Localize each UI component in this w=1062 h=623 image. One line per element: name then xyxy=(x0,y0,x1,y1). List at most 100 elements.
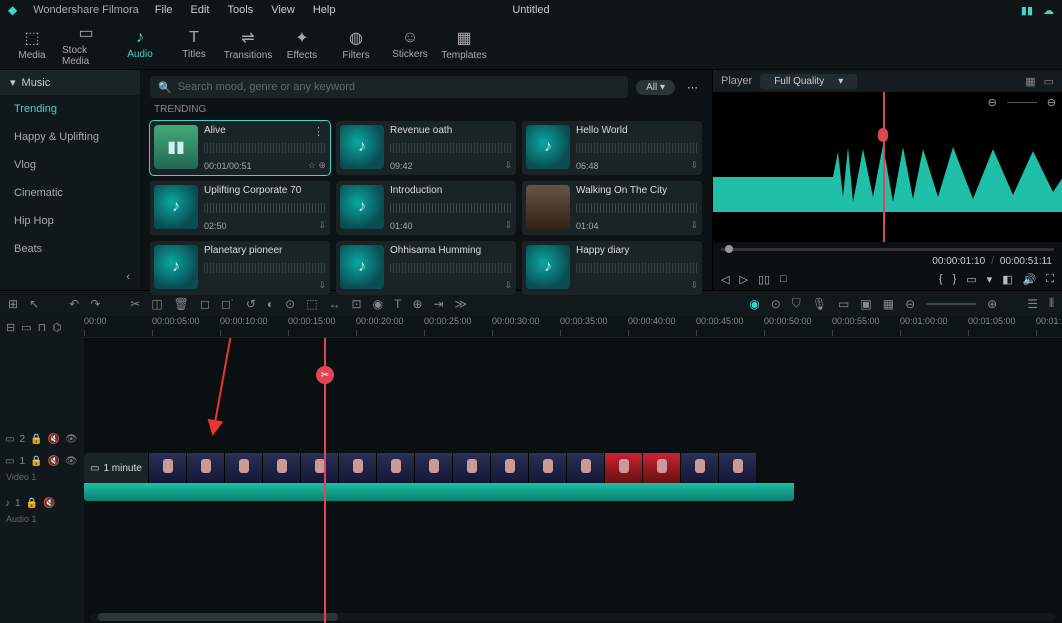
color-icon[interactable]: ◉ xyxy=(373,297,383,311)
tool-transitions[interactable]: ⇌Transitions xyxy=(224,28,272,61)
gift-icon[interactable]: ▮▮ xyxy=(1021,4,1033,17)
visibility-icon[interactable]: 👁 xyxy=(65,434,78,445)
lock-icon[interactable]: 🔒 xyxy=(30,434,42,445)
favorite-icon[interactable]: ☆ xyxy=(308,160,316,170)
search-input[interactable]: 🔍 Search mood, genre or any keyword xyxy=(150,76,628,98)
filter-dropdown[interactable]: All ▾ xyxy=(636,80,675,95)
timeline-tracks[interactable]: ✂ ▭1 minute xyxy=(84,338,1062,623)
download-icon[interactable]: ⇩ xyxy=(504,280,512,291)
tl-icon[interactable]: ⊙ xyxy=(771,297,781,311)
menu-edit[interactable]: Edit xyxy=(191,4,210,16)
pause-button[interactable]: ▯▯ xyxy=(758,273,770,286)
tl-icon[interactable]: ⇥ xyxy=(434,297,444,311)
tl-icon[interactable]: ↔ xyxy=(329,297,341,311)
tl-pointer-icon[interactable]: ↖ xyxy=(29,297,39,311)
volume-icon[interactable]: 🔊 xyxy=(1023,273,1037,286)
preview-viewport[interactable]: ⊖ ⊖ xyxy=(713,92,1062,242)
bracket-close-icon[interactable]: } xyxy=(953,273,957,285)
fullscreen-icon[interactable]: ⛶ xyxy=(1046,273,1054,286)
zoom-in-icon[interactable]: ⊖ xyxy=(1047,96,1056,109)
tool-effects[interactable]: ✦Effects xyxy=(278,28,326,61)
horizontal-scrollbar[interactable] xyxy=(90,613,1056,621)
download-icon[interactable]: ⇩ xyxy=(504,160,512,171)
download-icon[interactable]: ⇩ xyxy=(690,280,698,291)
track-card-alive[interactable]: ▮▮ Alive 00:01/00:51☆ ⊕ ⋮ xyxy=(150,121,330,175)
menu-tools[interactable]: Tools xyxy=(228,4,254,16)
play-button[interactable]: ▷ xyxy=(739,273,747,286)
sidebar-item-hiphop[interactable]: Hip Hop xyxy=(0,207,140,235)
tl-tool-icon[interactable]: ⊞ xyxy=(8,297,18,311)
shield-icon[interactable]: ⛉ xyxy=(792,296,801,311)
track-card[interactable]: Walking On The City01:04⇩ xyxy=(522,181,702,235)
download-icon[interactable]: ⇩ xyxy=(690,160,698,171)
menu-help[interactable]: Help xyxy=(313,4,336,16)
scrub-bar[interactable] xyxy=(721,248,1054,251)
compare-icon[interactable]: ◧ xyxy=(1002,273,1012,286)
tl-icon[interactable]: ◻˙ xyxy=(221,297,235,311)
download-icon[interactable]: ⊕ xyxy=(318,160,326,170)
sidebar-collapse-button[interactable]: ‹ xyxy=(0,263,140,291)
tl-icon[interactable]: ◐ xyxy=(267,297,274,311)
sidebar-item-cinematic[interactable]: Cinematic xyxy=(0,179,140,207)
tool-stickers[interactable]: ☺Stickers xyxy=(386,29,434,60)
sidebar-heading[interactable]: ▾Music xyxy=(0,70,140,95)
track-card[interactable]: ♪ Ohhisama Humming⇩ xyxy=(336,241,516,295)
zoom-slider[interactable] xyxy=(1007,102,1037,103)
tl-icon[interactable]: ▭ xyxy=(21,321,31,334)
mixer-icon[interactable]: ⫴ xyxy=(1049,296,1054,311)
visibility-icon[interactable]: 👁 xyxy=(65,456,78,467)
list-icon[interactable]: ☰ xyxy=(1027,297,1038,311)
tool-stock-media[interactable]: ▭Stock Media xyxy=(62,23,110,67)
video-clip[interactable]: ▭1 minute xyxy=(84,453,756,483)
audio-clip[interactable] xyxy=(84,483,794,501)
sidebar-item-vlog[interactable]: Vlog xyxy=(0,151,140,179)
tl-icon[interactable]: ▦ xyxy=(883,297,894,311)
lock-icon[interactable]: 🔒 xyxy=(30,456,42,467)
download-icon[interactable]: ⇩ xyxy=(318,280,326,291)
magnet-icon[interactable]: ⌬ xyxy=(52,321,62,334)
tl-icon[interactable]: ▣ xyxy=(860,297,871,311)
bracket-open-icon[interactable]: { xyxy=(939,273,943,285)
download-icon[interactable]: ⇩ xyxy=(690,220,698,231)
snapshot-icon[interactable]: ▭ xyxy=(966,273,976,286)
track-card[interactable]: ♪ Planetary pioneer⇩ xyxy=(150,241,330,295)
tl-icon[interactable]: ⬚ xyxy=(306,297,317,311)
tl-icon[interactable]: ≫ xyxy=(455,297,468,311)
prev-frame-button[interactable]: ◁ xyxy=(721,273,729,286)
tool-audio[interactable]: ♪Audio xyxy=(116,29,164,60)
tl-icon[interactable]: ⊟ xyxy=(6,321,15,334)
download-icon[interactable]: ⇩ xyxy=(504,220,512,231)
menu-file[interactable]: File xyxy=(155,4,173,16)
redo-icon[interactable]: ↷ xyxy=(90,297,100,311)
tool-templates[interactable]: ▦Templates xyxy=(440,28,488,61)
tl-icon[interactable]: ⊕ xyxy=(412,297,422,311)
download-icon[interactable]: ⇩ xyxy=(318,220,326,231)
sidebar-item-beats[interactable]: Beats xyxy=(0,235,140,263)
tl-icon[interactable]: ⊡ xyxy=(352,297,362,311)
tl-icon[interactable]: ⊓ xyxy=(38,321,47,334)
cut-icon[interactable]: ✂ xyxy=(130,297,140,311)
tl-icon[interactable]: ▭ xyxy=(838,297,849,311)
marker-icon[interactable]: ▾ xyxy=(987,273,993,286)
layout-icon[interactable]: ▭ xyxy=(1044,75,1054,88)
preview-playhead-handle[interactable] xyxy=(878,128,888,142)
zoom-out-icon[interactable]: ⊖ xyxy=(988,96,997,109)
zoom-out-icon[interactable]: ⊖ xyxy=(905,297,915,311)
grid-view-icon[interactable]: ▦ xyxy=(1025,75,1035,88)
scrollbar-thumb[interactable] xyxy=(98,613,338,621)
playhead-handle[interactable]: ✂ xyxy=(316,366,334,384)
quality-dropdown[interactable]: Full Quality▾ xyxy=(760,74,857,89)
mute-icon[interactable]: 🔇 xyxy=(43,498,55,509)
tool-titles[interactable]: TTitles xyxy=(170,29,218,60)
mute-icon[interactable]: 🔇 xyxy=(47,456,59,467)
zoom-slider[interactable] xyxy=(926,303,976,305)
trash-icon[interactable]: 🗑 xyxy=(174,297,189,311)
tool-filters[interactable]: ◍Filters xyxy=(332,28,380,61)
sidebar-item-trending[interactable]: Trending xyxy=(0,95,140,123)
crop-icon[interactable]: ◫ xyxy=(151,297,162,311)
preview-playhead[interactable] xyxy=(883,92,885,242)
track-card[interactable]: ♪ Hello World06:48⇩ xyxy=(522,121,702,175)
menu-view[interactable]: View xyxy=(271,4,295,16)
tool-media[interactable]: ⬚Media xyxy=(8,28,56,61)
track-card[interactable]: ♪ Introduction01:40⇩ xyxy=(336,181,516,235)
